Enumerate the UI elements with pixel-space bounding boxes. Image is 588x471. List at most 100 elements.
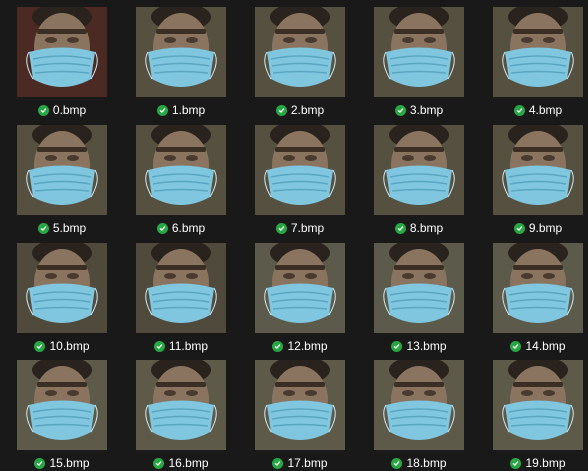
file-thumbnail[interactable]	[255, 360, 345, 450]
check-circle-icon	[272, 340, 284, 352]
check-circle-icon	[37, 222, 49, 234]
file-name-label[interactable]: 19.bmp	[525, 456, 565, 470]
file-name-label[interactable]: 11.bmp	[169, 339, 208, 353]
file-name-label[interactable]: 10.bmp	[49, 339, 89, 353]
check-circle-icon	[394, 104, 406, 116]
file-item[interactable]: 8.bmp	[374, 125, 492, 243]
file-thumbnail[interactable]	[493, 7, 583, 97]
file-name-label[interactable]: 14.bmp	[525, 339, 565, 353]
file-name-label[interactable]: 6.bmp	[172, 221, 205, 235]
file-thumbnail[interactable]	[17, 243, 107, 333]
check-circle-icon	[513, 222, 525, 234]
file-caption: 8.bmp	[364, 219, 474, 237]
file-item[interactable]: 7.bmp	[255, 125, 373, 243]
file-thumbnail[interactable]	[17, 360, 107, 450]
file-name-label[interactable]: 15.bmp	[49, 456, 89, 470]
check-circle-icon	[34, 457, 46, 469]
file-caption: 14.bmp	[483, 337, 588, 355]
file-item[interactable]: 13.bmp	[374, 243, 492, 361]
file-item[interactable]: 1.bmp	[136, 7, 254, 125]
file-item[interactable]: 19.bmp	[493, 360, 588, 471]
file-thumbnail[interactable]	[255, 7, 345, 97]
file-item[interactable]: 16.bmp	[136, 360, 254, 471]
file-caption: 17.bmp	[245, 454, 355, 471]
file-caption: 7.bmp	[245, 219, 355, 237]
check-circle-icon	[34, 340, 46, 352]
check-circle-icon	[156, 104, 168, 116]
file-thumbnail[interactable]	[493, 125, 583, 215]
file-caption: 9.bmp	[483, 219, 588, 237]
file-name-label[interactable]: 1.bmp	[172, 103, 205, 117]
file-item[interactable]: 10.bmp	[17, 243, 135, 361]
file-thumbnail[interactable]	[493, 360, 583, 450]
file-thumbnail[interactable]	[374, 243, 464, 333]
file-name-label[interactable]: 16.bmp	[168, 456, 208, 470]
check-circle-icon	[153, 340, 165, 352]
file-name-label[interactable]: 13.bmp	[406, 339, 446, 353]
file-caption: 10.bmp	[7, 337, 117, 355]
file-thumbnail-grid: 0.bmp 1.bmp 2.bmp 3.bmp 4.bmp 5.bmp 6.bm…	[0, 0, 588, 471]
check-circle-icon	[391, 340, 403, 352]
file-thumbnail[interactable]	[17, 7, 107, 97]
check-circle-icon	[272, 457, 284, 469]
check-circle-icon	[275, 222, 287, 234]
file-thumbnail[interactable]	[255, 243, 345, 333]
file-item[interactable]: 12.bmp	[255, 243, 373, 361]
file-thumbnail[interactable]	[374, 360, 464, 450]
file-name-label[interactable]: 18.bmp	[406, 456, 446, 470]
file-item[interactable]: 11.bmp	[136, 243, 254, 361]
check-circle-icon	[37, 104, 49, 116]
file-name-label[interactable]: 4.bmp	[529, 103, 562, 117]
file-caption: 12.bmp	[245, 337, 355, 355]
file-item[interactable]: 4.bmp	[493, 7, 588, 125]
file-caption: 11.bmp	[126, 337, 236, 355]
file-item[interactable]: 6.bmp	[136, 125, 254, 243]
check-circle-icon	[394, 222, 406, 234]
file-item[interactable]: 9.bmp	[493, 125, 588, 243]
file-caption: 18.bmp	[364, 454, 474, 471]
check-circle-icon	[513, 104, 525, 116]
file-name-label[interactable]: 9.bmp	[529, 221, 562, 235]
file-item[interactable]: 5.bmp	[17, 125, 135, 243]
file-caption: 5.bmp	[7, 219, 117, 237]
file-thumbnail[interactable]	[493, 243, 583, 333]
file-name-label[interactable]: 2.bmp	[291, 103, 324, 117]
check-circle-icon	[510, 340, 522, 352]
file-thumbnail[interactable]	[17, 125, 107, 215]
file-caption: 6.bmp	[126, 219, 236, 237]
check-circle-icon	[275, 104, 287, 116]
file-thumbnail[interactable]	[136, 243, 226, 333]
file-caption: 19.bmp	[483, 454, 588, 471]
file-item[interactable]: 17.bmp	[255, 360, 373, 471]
file-thumbnail[interactable]	[255, 125, 345, 215]
file-name-label[interactable]: 7.bmp	[291, 221, 324, 235]
file-thumbnail[interactable]	[374, 7, 464, 97]
file-name-label[interactable]: 17.bmp	[287, 456, 327, 470]
file-caption: 2.bmp	[245, 101, 355, 119]
file-name-label[interactable]: 12.bmp	[287, 339, 327, 353]
file-name-label[interactable]: 8.bmp	[410, 221, 443, 235]
file-item[interactable]: 0.bmp	[17, 7, 135, 125]
check-circle-icon	[156, 222, 168, 234]
file-item[interactable]: 2.bmp	[255, 7, 373, 125]
file-caption: 0.bmp	[7, 101, 117, 119]
file-thumbnail[interactable]	[136, 360, 226, 450]
file-caption: 15.bmp	[7, 454, 117, 471]
check-circle-icon	[391, 457, 403, 469]
file-caption: 1.bmp	[126, 101, 236, 119]
file-item[interactable]: 18.bmp	[374, 360, 492, 471]
file-name-label[interactable]: 5.bmp	[53, 221, 86, 235]
file-caption: 4.bmp	[483, 101, 588, 119]
file-caption: 13.bmp	[364, 337, 474, 355]
file-name-label[interactable]: 0.bmp	[53, 103, 86, 117]
file-caption: 3.bmp	[364, 101, 474, 119]
file-thumbnail[interactable]	[374, 125, 464, 215]
file-item[interactable]: 15.bmp	[17, 360, 135, 471]
file-thumbnail[interactable]	[136, 7, 226, 97]
file-item[interactable]: 14.bmp	[493, 243, 588, 361]
file-name-label[interactable]: 3.bmp	[410, 103, 443, 117]
file-item[interactable]: 3.bmp	[374, 7, 492, 125]
check-circle-icon	[510, 457, 522, 469]
file-thumbnail[interactable]	[136, 125, 226, 215]
file-caption: 16.bmp	[126, 454, 236, 471]
